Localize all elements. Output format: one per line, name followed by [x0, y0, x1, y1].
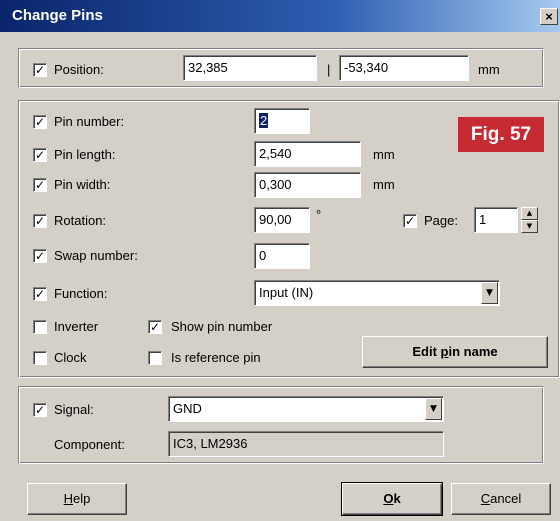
pin-length-label: Pin length:: [54, 147, 116, 162]
check-icon: ✓: [149, 320, 161, 334]
is-reference-pin-label: Is reference pin: [171, 350, 261, 365]
title-bar: Change Pins ×: [0, 0, 560, 32]
show-pin-number-label: Show pin number: [171, 319, 273, 334]
page-checkbox[interactable]: ✓: [403, 214, 417, 228]
help-accel: H: [63, 491, 74, 506]
pin-width-input[interactable]: 0,300: [254, 172, 361, 198]
clock-checkbox[interactable]: [33, 351, 47, 365]
signal-selected-value: GND: [173, 401, 202, 416]
edit-pin-name-label-post: in name: [448, 344, 498, 359]
rotation-input[interactable]: 90,00: [254, 207, 310, 233]
swap-number-input[interactable]: 0: [254, 243, 310, 269]
rotation-unit: °: [316, 207, 322, 222]
page-spin-up-button[interactable]: ▲: [521, 207, 538, 220]
close-button[interactable]: ×: [540, 8, 558, 25]
check-icon: ✓: [34, 178, 46, 192]
position-separator: |: [327, 62, 331, 77]
page-spin-down-button[interactable]: ▼: [521, 220, 538, 233]
ok-accel: O: [383, 491, 394, 506]
cancel-accel: C: [480, 491, 491, 506]
arrow-down-icon: ▼: [526, 222, 533, 230]
component-label: Component:: [54, 437, 125, 452]
pin-number-value: 2: [259, 113, 269, 128]
chevron-down-icon: ▼: [486, 288, 493, 298]
function-label: Function:: [54, 286, 108, 301]
page-label: Page:: [424, 213, 458, 228]
swap-number-label: Swap number:: [54, 248, 138, 263]
edit-pin-name-button[interactable]: Edit pin name: [362, 336, 548, 368]
inverter-checkbox[interactable]: [33, 320, 47, 334]
check-icon: ✓: [34, 287, 46, 301]
arrow-up-icon: ▲: [526, 209, 533, 217]
pin-width-unit: mm: [373, 177, 395, 192]
rotation-checkbox[interactable]: ✓: [33, 214, 47, 228]
pin-length-unit: mm: [373, 147, 395, 162]
check-icon: ✓: [34, 148, 46, 162]
position-unit: mm: [478, 62, 500, 77]
edit-pin-name-accel: p: [440, 344, 449, 359]
chevron-down-icon: ▼: [430, 404, 437, 414]
inverter-label: Inverter: [54, 319, 99, 334]
function-dropdown-button[interactable]: ▼: [481, 282, 498, 304]
pin-width-label: Pin width:: [54, 177, 111, 192]
check-icon: ✓: [34, 115, 46, 129]
ok-button[interactable]: Ok: [341, 482, 443, 516]
help-button[interactable]: Help: [27, 483, 127, 515]
signal-select[interactable]: GND ▼: [168, 396, 444, 422]
function-selected-value: Input (IN): [259, 285, 314, 300]
pin-number-input[interactable]: 2: [254, 108, 310, 134]
ok-label: k: [393, 491, 401, 506]
cancel-button[interactable]: Cancel: [451, 483, 551, 515]
position-checkbox[interactable]: ✓: [33, 63, 47, 77]
page-input[interactable]: 1: [474, 207, 518, 233]
function-checkbox[interactable]: ✓: [33, 287, 47, 301]
pin-number-checkbox[interactable]: ✓: [33, 115, 47, 129]
swap-number-checkbox[interactable]: ✓: [33, 249, 47, 263]
check-icon: ✓: [404, 214, 416, 228]
position-y-input[interactable]: -53,340: [339, 55, 469, 81]
show-pin-number-checkbox[interactable]: ✓: [148, 320, 162, 334]
rotation-label: Rotation:: [54, 213, 107, 228]
check-icon: ✓: [34, 249, 46, 263]
clock-label: Clock: [54, 350, 87, 365]
signal-label: Signal:: [54, 402, 94, 417]
function-select[interactable]: Input (IN) ▼: [254, 280, 500, 306]
window-title: Change Pins: [12, 7, 103, 24]
close-icon: ×: [545, 9, 553, 24]
is-reference-pin-checkbox[interactable]: [148, 351, 162, 365]
pin-length-input[interactable]: 2,540: [254, 141, 361, 167]
position-x-input[interactable]: 32,385: [183, 55, 317, 81]
edit-pin-name-label-pre: Edit: [412, 344, 441, 359]
pin-width-checkbox[interactable]: ✓: [33, 178, 47, 192]
position-label: Position:: [54, 62, 104, 77]
pin-length-checkbox[interactable]: ✓: [33, 148, 47, 162]
signal-dropdown-button[interactable]: ▼: [425, 398, 442, 420]
check-icon: ✓: [34, 214, 46, 228]
help-label: elp: [73, 491, 91, 506]
check-icon: ✓: [34, 63, 46, 77]
signal-checkbox[interactable]: ✓: [33, 403, 47, 417]
figure-badge: Fig. 57: [458, 117, 544, 152]
check-icon: ✓: [34, 403, 46, 417]
cancel-label: ancel: [490, 491, 522, 506]
pin-number-label: Pin number:: [54, 114, 125, 129]
component-field: IC3, LM2936: [168, 431, 444, 457]
